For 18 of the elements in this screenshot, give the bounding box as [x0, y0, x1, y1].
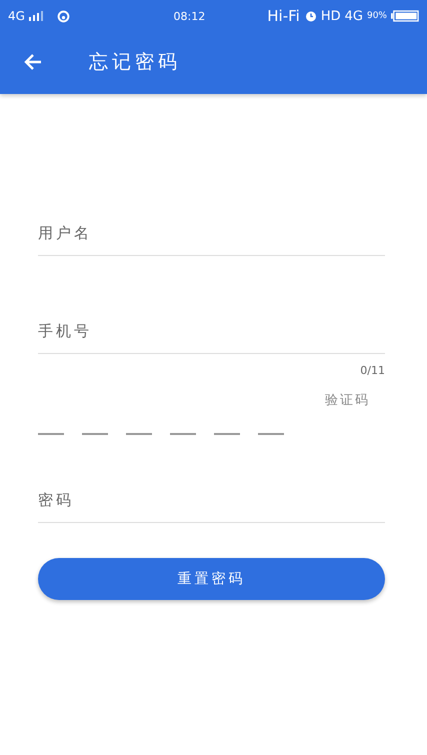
app-icon	[56, 10, 70, 22]
input-field[interactable]: 用户名	[38, 210, 385, 256]
character-counter: 0/11	[359, 364, 385, 377]
hifi-label: Hi-Fi	[267, 7, 300, 25]
network-label: 4G	[8, 9, 25, 23]
network-label: 4G	[344, 8, 363, 24]
input-field[interactable]: 手机号	[38, 308, 385, 354]
clock-time: 08:12	[174, 10, 206, 22]
back-arrow-icon[interactable]	[23, 52, 43, 72]
password-field[interactable]: 密码	[38, 477, 385, 523]
hd-label: HD	[320, 8, 341, 24]
battery-percent: 90%	[366, 11, 387, 21]
page-title: 忘记密码	[89, 50, 181, 75]
get-code-link[interactable]: 验证码	[325, 391, 370, 409]
alarm-icon	[304, 10, 317, 22]
signal-icon	[28, 11, 43, 21]
battery-icon	[391, 10, 419, 22]
reset-password-button[interactable]: 重置密码	[38, 558, 385, 600]
